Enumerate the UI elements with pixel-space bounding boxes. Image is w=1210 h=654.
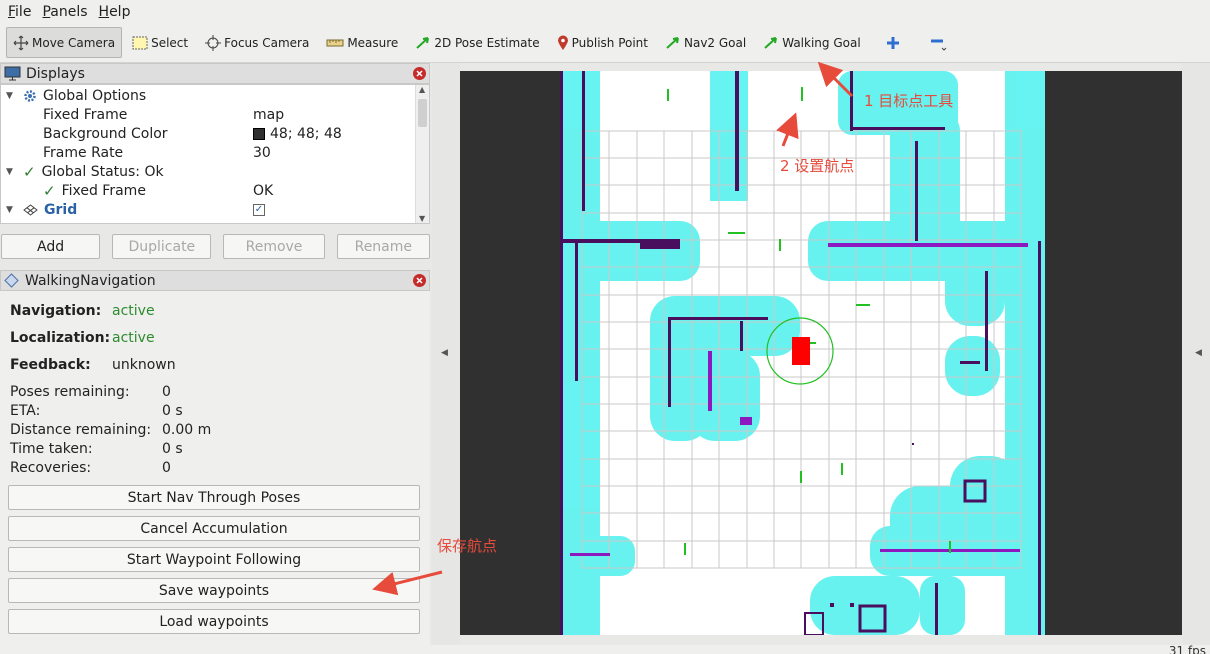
annotation-set-waypoint: 2 设置航点 bbox=[780, 157, 855, 175]
annotation-save-waypoints: 保存航点 bbox=[437, 537, 498, 555]
status-bar bbox=[0, 645, 1210, 654]
annotation-goal-tool: 1 目标点工具 bbox=[864, 92, 954, 110]
fps-readout: 31 fps bbox=[1168, 644, 1206, 654]
annotation-arrows bbox=[372, 61, 854, 596]
